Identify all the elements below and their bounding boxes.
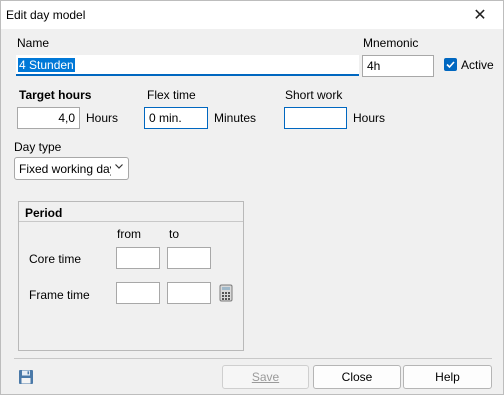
mnemonic-label: Mnemonic — [363, 36, 419, 50]
day-type-label: Day type — [14, 140, 62, 154]
target-hours-unit: Hours — [86, 111, 119, 125]
short-work-field[interactable] — [284, 107, 347, 129]
calculator-icon — [219, 284, 233, 302]
period-from-header: from — [117, 227, 141, 241]
flex-time-field[interactable]: 0 min. — [144, 107, 208, 129]
period-to-header: to — [169, 227, 180, 241]
floppy-disk-icon — [19, 370, 33, 384]
active-checkbox[interactable] — [444, 58, 457, 71]
active-label: Active — [461, 58, 494, 72]
title-bar: Edit day model ✕ — [1, 1, 503, 29]
close-button-label: Close — [341, 370, 373, 384]
name-label: Name — [17, 36, 50, 50]
edit-day-model-dialog: Edit day model ✕ Name 4 Stunden Mnemonic… — [0, 0, 504, 395]
save-button[interactable]: Save — [222, 365, 309, 389]
mnemonic-field[interactable]: 4h — [362, 55, 434, 77]
target-hours-field[interactable]: 4,0 — [17, 107, 80, 129]
footer-separator — [14, 358, 492, 359]
close-window-button[interactable]: ✕ — [457, 1, 503, 29]
window-title: Edit day model — [6, 8, 86, 22]
frame-time-from-field[interactable] — [116, 282, 160, 304]
checkbox-check-icon — [446, 61, 455, 69]
close-icon: ✕ — [473, 7, 487, 24]
help-button-label: Help — [435, 370, 460, 384]
period-header: Period — [19, 202, 243, 222]
flex-time-unit: Minutes — [214, 111, 257, 125]
target-hours-label: Target hours — [19, 88, 92, 102]
help-button[interactable]: Help — [403, 365, 492, 389]
frame-time-to-field[interactable] — [167, 282, 211, 304]
save-button-label: Save — [251, 370, 280, 384]
short-work-label: Short work — [285, 88, 343, 102]
mnemonic-field-value: 4h — [367, 59, 381, 73]
disk-button[interactable] — [15, 366, 37, 388]
core-time-from-field[interactable] — [116, 247, 160, 269]
short-work-unit: Hours — [353, 111, 386, 125]
period-title: Period — [25, 206, 63, 220]
flex-time-label: Flex time — [147, 88, 196, 102]
core-time-to-field[interactable] — [167, 247, 211, 269]
target-hours-value: 4,0 — [58, 111, 75, 125]
name-field[interactable]: 4 Stunden — [16, 55, 359, 76]
frame-time-label: Frame time — [29, 288, 90, 302]
calculator-button[interactable] — [215, 282, 237, 304]
period-group: Period from to Core time Frame time — [18, 201, 244, 351]
core-time-label: Core time — [29, 252, 82, 266]
close-button[interactable]: Close — [313, 365, 401, 389]
chevron-down-icon — [114, 161, 124, 174]
day-type-value: Fixed working day — [19, 162, 111, 176]
day-type-select[interactable]: Fixed working day — [14, 157, 129, 180]
flex-time-value: 0 min. — [149, 111, 182, 125]
name-field-value: 4 Stunden — [18, 58, 75, 72]
